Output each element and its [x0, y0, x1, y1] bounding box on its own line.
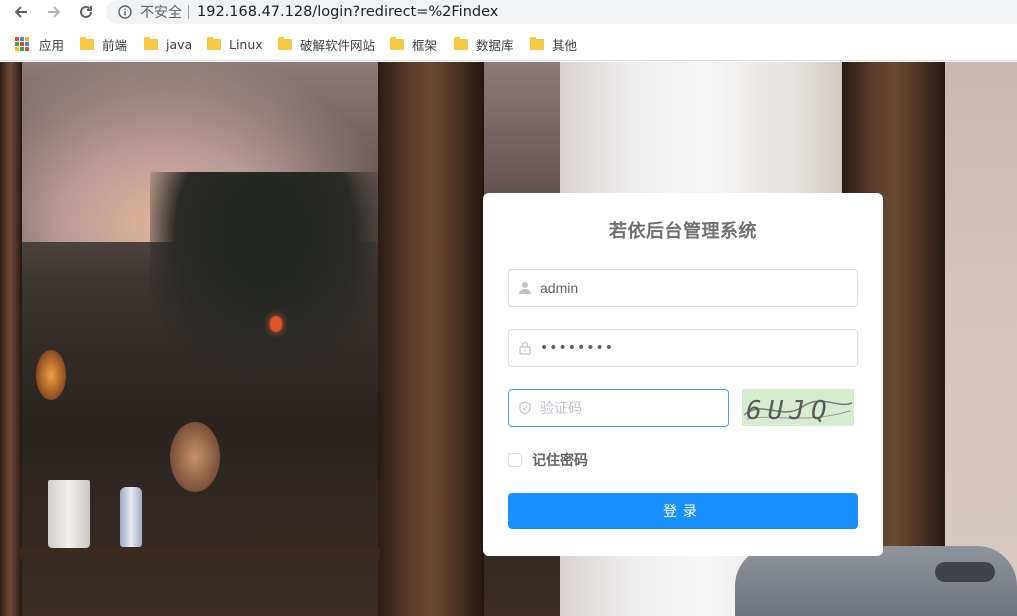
chair-handle-hole: [935, 562, 995, 582]
username-value: admin: [540, 280, 579, 296]
bookmark-frameworks[interactable]: 框架: [390, 35, 437, 53]
apps-grid-icon: [15, 37, 29, 51]
bookmark-label: 数据库: [476, 37, 514, 53]
captcha-field[interactable]: 验证码: [508, 389, 729, 427]
address-bar[interactable]: 不安全 192.168.47.128/login?redirect=%2Find…: [106, 0, 1017, 24]
captcha-placeholder: 验证码: [540, 401, 582, 417]
shield-icon: [517, 400, 533, 416]
bookmark-cracked-software[interactable]: 破解软件网站: [278, 35, 375, 53]
window-frame-beam: [0, 62, 22, 616]
remember-checkbox[interactable]: [508, 453, 522, 467]
folder-icon: [390, 36, 404, 50]
bookmark-label: 前端: [102, 37, 128, 53]
password-value: ••••••••: [540, 340, 615, 356]
bottle: [120, 487, 142, 547]
bookmark-java[interactable]: java: [144, 35, 192, 53]
bookmark-other[interactable]: 其他: [530, 35, 577, 53]
url-text[interactable]: 192.168.47.128/login?redirect=%2Findex: [197, 4, 498, 20]
browser-toolbar: 不安全 192.168.47.128/login?redirect=%2Find…: [0, 0, 1017, 26]
user-icon: [517, 280, 533, 296]
back-button[interactable]: [9, 1, 33, 23]
reload-button[interactable]: [74, 1, 98, 23]
password-field[interactable]: ••••••••: [508, 329, 858, 367]
bookmark-database[interactable]: 数据库: [454, 35, 514, 53]
lamp-light: [36, 350, 66, 400]
folder-icon: [454, 36, 468, 50]
window-frame-beam: [378, 62, 484, 616]
folder-icon: [278, 36, 292, 50]
cup: [48, 480, 90, 548]
folder-icon: [207, 36, 221, 50]
forward-arrow-icon: [48, 6, 61, 18]
reload-icon: [80, 5, 92, 18]
bookmark-linux[interactable]: Linux: [207, 35, 263, 53]
back-arrow-icon: [14, 6, 27, 18]
bookmark-label: 框架: [412, 37, 438, 53]
bookmark-apps[interactable]: 应用: [15, 35, 64, 53]
security-label: 不安全: [140, 5, 182, 21]
username-field[interactable]: admin: [508, 269, 858, 307]
bookmark-label: 其他: [552, 37, 578, 53]
bookmark-label: Linux: [229, 36, 263, 52]
forward-button[interactable]: [42, 1, 66, 23]
captcha-text: 6UJQ: [746, 396, 833, 426]
folder-icon: [80, 36, 94, 50]
login-title: 若依后台管理系统: [609, 221, 757, 242]
tree-silhouette: [150, 172, 380, 372]
info-icon[interactable]: [118, 5, 132, 19]
bookmark-label: 破解软件网站: [300, 37, 376, 53]
bookmarks-bar: 应用 前端 java Linux 破解软件网站 框架 数据库 其他: [0, 26, 1017, 61]
address-divider: [188, 5, 189, 19]
remember-label: 记住密码: [532, 453, 588, 469]
right-wall: [945, 62, 1017, 616]
captcha-image[interactable]: 6UJQ: [742, 389, 854, 426]
folder-icon: [530, 36, 544, 50]
login-form: 若依后台管理系统 admin •••••••• 验证码 6UJQ 记住密码 登录: [483, 193, 883, 556]
bookmark-label: 应用: [39, 37, 65, 53]
remember-password[interactable]: 记住密码: [508, 450, 588, 470]
lamp-light: [270, 316, 282, 332]
bookmark-label: java: [166, 36, 193, 52]
login-button[interactable]: 登录: [508, 493, 858, 529]
figure-reflection: [170, 422, 220, 492]
lock-icon: [517, 340, 533, 356]
table: [20, 547, 380, 559]
folder-icon: [144, 36, 158, 50]
bookmark-frontend[interactable]: 前端: [80, 35, 127, 53]
